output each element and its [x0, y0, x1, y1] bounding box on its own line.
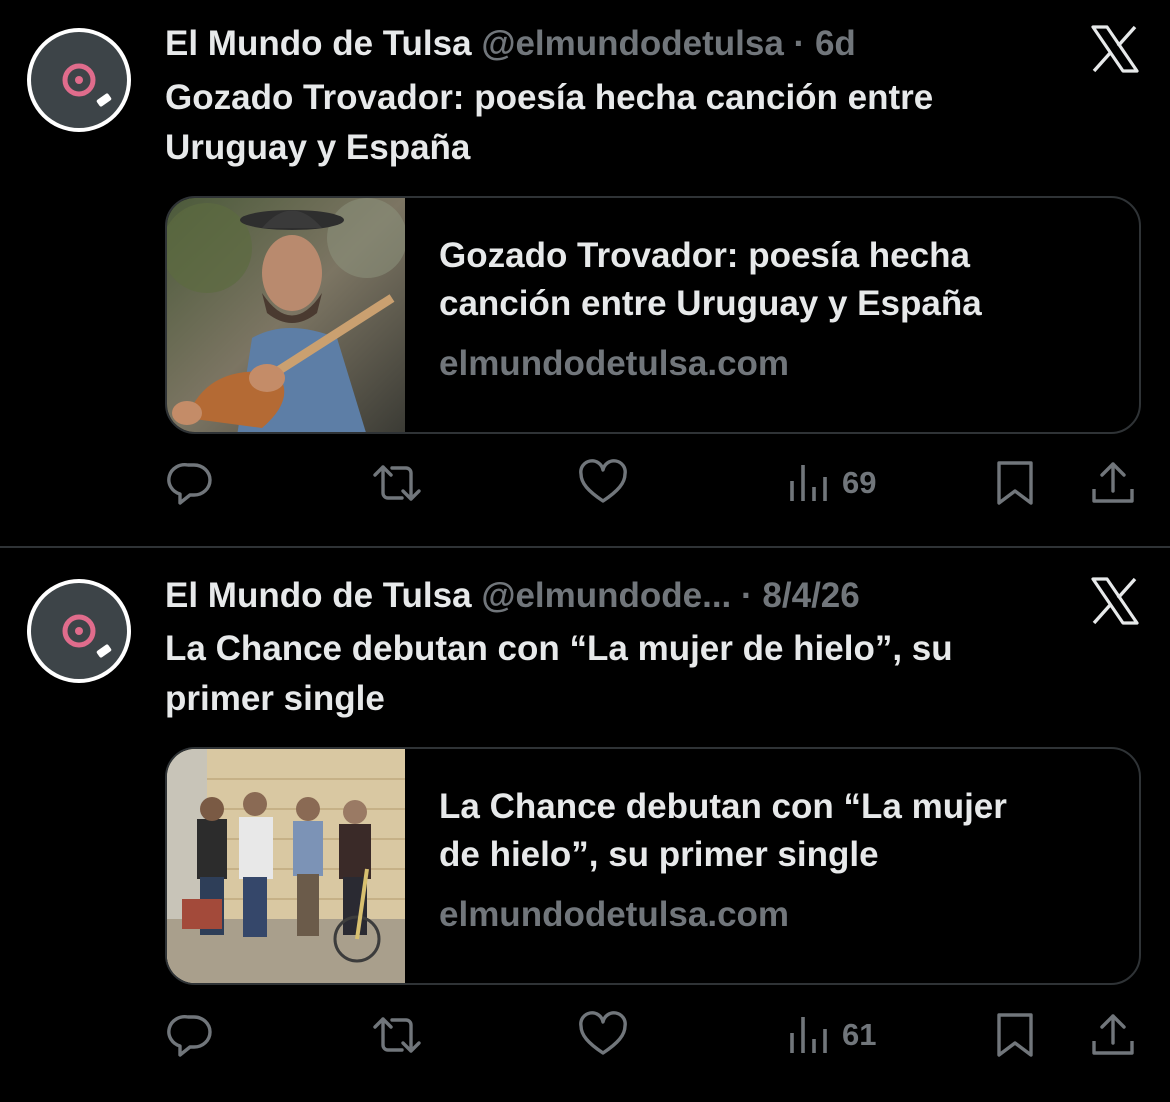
card-thumbnail-image: [167, 198, 405, 432]
timestamp[interactable]: 8/4/26: [762, 576, 859, 615]
tweet[interactable]: El Mundo de Tulsa @elmundode... · 8/4/26…: [0, 548, 1170, 1102]
card-thumbnail-image: [167, 749, 405, 983]
vinyl-record-icon: [31, 583, 127, 679]
views-bar-chart-icon: [790, 465, 827, 501]
bookmark-button[interactable]: [995, 458, 1035, 508]
display-name[interactable]: El Mundo de Tulsa: [165, 576, 472, 615]
views-bar-chart-icon: [790, 1017, 827, 1053]
views-count: 61: [842, 1017, 877, 1052]
views-count: 69: [842, 465, 877, 500]
x-logo-icon: [1091, 577, 1139, 625]
display-name[interactable]: El Mundo de Tulsa: [165, 24, 472, 63]
retweet-button[interactable]: [370, 1010, 424, 1060]
link-card[interactable]: La Chance debutan con “La mujer de hielo…: [165, 747, 1141, 985]
vinyl-record-icon: [31, 32, 127, 128]
bookmark-button[interactable]: [995, 1010, 1035, 1060]
reply-button[interactable]: [166, 1010, 214, 1060]
like-button[interactable]: [578, 1010, 628, 1060]
share-button[interactable]: [1090, 1010, 1136, 1060]
share-button[interactable]: [1090, 458, 1136, 508]
avatar[interactable]: [27, 579, 131, 683]
reply-button[interactable]: [166, 458, 214, 508]
bookmark-icon: [997, 1013, 1033, 1057]
like-button[interactable]: [578, 458, 628, 508]
handle[interactable]: @elmundode...: [481, 576, 731, 615]
tweet[interactable]: El Mundo de Tulsa @elmundodetulsa · 6d G…: [0, 0, 1170, 546]
tweet-text: La Chance debutan con “La mujer de hielo…: [165, 629, 953, 718]
card-title[interactable]: Gozado Trovador: poesía hecha canción en…: [439, 232, 1119, 328]
card-domain[interactable]: elmundodetulsa.com: [439, 344, 789, 384]
reply-icon: [167, 1015, 212, 1057]
avatar[interactable]: [27, 28, 131, 132]
separator: ·: [741, 576, 753, 615]
heart-icon: [579, 1011, 627, 1055]
tweet-header: El Mundo de Tulsa @elmundodetulsa · 6d: [165, 22, 856, 66]
retweet-button[interactable]: [370, 458, 424, 508]
tweet-text: Gozado Trovador: poesía hecha canción en…: [165, 78, 934, 167]
x-logo-icon: [1091, 25, 1139, 73]
share-icon: [1092, 1014, 1134, 1055]
views-button[interactable]: 69: [788, 458, 876, 508]
separator: ·: [793, 24, 806, 63]
tweet-header: El Mundo de Tulsa @elmundode... · 8/4/26: [165, 574, 860, 618]
retweet-icon: [373, 465, 421, 501]
views-button[interactable]: 61: [788, 1010, 876, 1060]
handle[interactable]: @elmundodetulsa: [481, 24, 784, 63]
timestamp[interactable]: 6d: [815, 24, 856, 63]
reply-icon: [167, 463, 212, 505]
action-bar: 69: [0, 458, 1170, 508]
card-domain[interactable]: elmundodetulsa.com: [439, 895, 789, 935]
share-icon: [1092, 462, 1134, 503]
card-title[interactable]: La Chance debutan con “La mujer de hielo…: [439, 783, 1119, 879]
action-bar: 61: [0, 1010, 1170, 1060]
heart-icon: [579, 459, 627, 503]
retweet-icon: [373, 1017, 421, 1053]
bookmark-icon: [997, 461, 1033, 505]
link-card[interactable]: Gozado Trovador: poesía hecha canción en…: [165, 196, 1141, 434]
